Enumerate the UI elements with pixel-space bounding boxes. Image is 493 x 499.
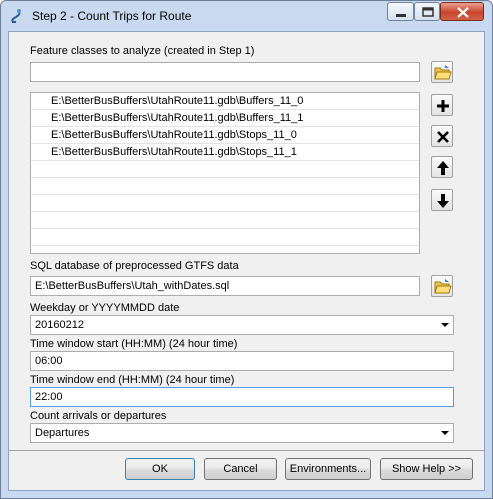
button-bar-divider — [8, 450, 485, 451]
minimize-icon — [396, 14, 406, 17]
parameters-panel: Feature classes to analyze (created in S… — [23, 38, 463, 448]
arrow-up-icon — [437, 161, 449, 175]
browse-sql-button[interactable] — [431, 275, 453, 297]
list-item[interactable]: E:\BetterBusBuffers\UtahRoute11.gdb\Buff… — [31, 110, 419, 127]
sql-database-input[interactable]: E:\BetterBusBuffers\Utah_withDates.sql — [30, 276, 420, 296]
empty-list-row — [31, 212, 419, 229]
window-title: Step 2 - Count Trips for Route — [32, 9, 192, 23]
add-item-button[interactable] — [431, 94, 453, 116]
time-end-input[interactable]: 22:00 — [30, 387, 454, 407]
weekday-dropdown[interactable]: 20160212 — [30, 315, 454, 335]
count-type-value: Departures — [35, 427, 90, 439]
list-item[interactable]: E:\BetterBusBuffers\UtahRoute11.gdb\Stop… — [31, 144, 419, 161]
dialog-window: Step 2 - Count Trips for Route Feature c… — [0, 0, 493, 499]
move-down-button[interactable] — [431, 189, 453, 211]
weekday-value: 20160212 — [35, 319, 84, 331]
cancel-button[interactable]: Cancel — [204, 458, 277, 480]
count-type-dropdown[interactable]: Departures — [30, 423, 454, 443]
minimize-button[interactable] — [387, 2, 414, 21]
move-up-button[interactable] — [431, 156, 453, 178]
vertical-scrollbar[interactable] — [463, 38, 480, 448]
empty-list-row — [31, 178, 419, 195]
empty-list-row — [31, 161, 419, 178]
environments-button[interactable]: Environments... — [285, 458, 371, 480]
title-bar[interactable]: Step 2 - Count Trips for Route — [1, 1, 492, 31]
close-button[interactable] — [440, 2, 484, 21]
maximize-button[interactable] — [414, 2, 440, 21]
arrow-down-icon — [437, 194, 449, 208]
feature-classes-input[interactable] — [30, 62, 420, 82]
count-type-label: Count arrivals or departures — [30, 410, 167, 422]
time-start-label: Time window start (HH:MM) (24 hour time) — [30, 338, 238, 350]
empty-list-row — [31, 229, 419, 246]
ok-button[interactable]: OK — [125, 458, 195, 480]
remove-item-button[interactable] — [431, 125, 453, 147]
feature-classes-list[interactable]: E:\BetterBusBuffers\UtahRoute11.gdb\Buff… — [30, 92, 420, 254]
close-icon — [457, 7, 469, 18]
script-tool-icon — [9, 8, 25, 24]
list-item[interactable]: E:\BetterBusBuffers\UtahRoute11.gdb\Stop… — [31, 127, 419, 144]
plus-icon — [437, 100, 449, 112]
sql-database-label: SQL database of preprocessed GTFS data — [30, 260, 239, 272]
browse-feature-classes-button[interactable] — [431, 61, 453, 83]
list-item[interactable]: E:\BetterBusBuffers\UtahRoute11.gdb\Buff… — [31, 93, 419, 110]
chevron-down-icon — [441, 431, 449, 435]
open-folder-icon — [434, 65, 452, 80]
chevron-down-icon — [441, 323, 449, 327]
maximize-icon — [422, 7, 434, 17]
weekday-label: Weekday or YYYYMMDD date — [30, 302, 180, 314]
feature-classes-label: Feature classes to analyze (created in S… — [30, 45, 255, 57]
x-icon — [437, 131, 449, 143]
time-start-input[interactable]: 06:00 — [30, 351, 454, 371]
empty-list-row — [31, 195, 419, 212]
open-folder-icon — [434, 279, 452, 294]
show-help-button[interactable]: Show Help >> — [380, 458, 473, 480]
time-end-label: Time window end (HH:MM) (24 hour time) — [30, 374, 235, 386]
